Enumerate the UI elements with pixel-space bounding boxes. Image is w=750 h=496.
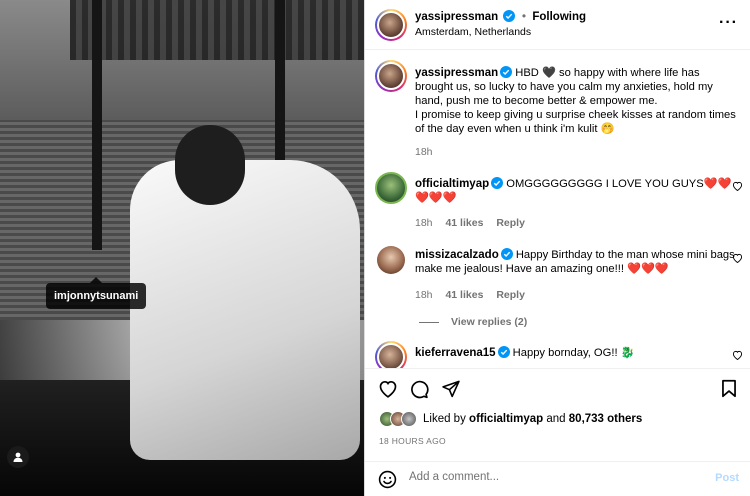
comment-hearts: ❤️❤️❤️: [415, 192, 457, 204]
comment-meta: 18h 41 likes Reply: [415, 289, 525, 301]
post-location[interactable]: Amsterdam, Netherlands: [415, 26, 531, 38]
view-replies-button[interactable]: View replies (2): [419, 316, 527, 328]
comment-item: kieferravena15 Happy bornday, OG!! 🐉: [415, 346, 737, 360]
comment-time[interactable]: 18h: [415, 217, 433, 229]
commenter-avatar[interactable]: [375, 341, 407, 368]
comment-bubble-icon[interactable]: [409, 379, 429, 402]
liked-by-username[interactable]: officialtimyap: [469, 413, 543, 425]
caption: yassipressman HBD 🖤 so happy with where …: [415, 66, 737, 136]
commenter-avatar[interactable]: [377, 246, 405, 274]
caption-text-2: I promise to keep giving u surprise chee…: [415, 109, 736, 135]
liked-by-prefix: Liked by: [423, 413, 466, 425]
comments-list[interactable]: yassipressman HBD 🖤 so happy with where …: [365, 50, 750, 368]
save-bookmark-icon[interactable]: [721, 379, 737, 401]
photo-bridge: [70, 0, 364, 60]
like-comment-heart-icon[interactable]: [732, 350, 743, 363]
reply-button[interactable]: Reply: [496, 217, 525, 229]
post-header: yassipressman • Following Amsterdam, Net…: [365, 0, 750, 50]
post-timestamp[interactable]: 18 HOURS AGO: [379, 436, 446, 446]
caption-time[interactable]: 18h: [415, 146, 433, 158]
user-tag-bubble[interactable]: imjonnytsunami: [46, 277, 147, 309]
reply-button[interactable]: Reply: [496, 289, 525, 301]
liked-by-others[interactable]: 80,733 others: [569, 413, 643, 425]
comment-time[interactable]: 18h: [415, 289, 433, 301]
comment-likes[interactable]: 41 likes: [445, 289, 483, 301]
liker-avatar: [401, 411, 417, 427]
author-username[interactable]: yassipressman: [415, 11, 498, 23]
emoji-smiley-icon[interactable]: [378, 470, 397, 492]
like-heart-icon[interactable]: [378, 379, 398, 401]
comment-text: OMGGGGGGGGG I LOVE YOU GUYS: [506, 178, 704, 190]
comment-item: officialtimyap OMGGGGGGGGG I LOVE YOU GU…: [415, 177, 737, 205]
post-comment-button[interactable]: Post: [715, 472, 739, 484]
user-icon: [13, 452, 23, 462]
verified-icon: [497, 346, 510, 358]
verified-icon: [500, 66, 513, 78]
author-info: yassipressman • Following: [415, 9, 586, 23]
comment-hearts: ❤️❤️: [703, 178, 732, 190]
comment-username[interactable]: kieferravena15: [415, 347, 496, 359]
photo-person-head: [175, 125, 245, 205]
replies-divider: [419, 321, 439, 323]
liked-by-and: and: [546, 413, 566, 425]
post-photo[interactable]: imjonnytsunami: [0, 0, 364, 496]
post-side-panel: yassipressman • Following Amsterdam, Net…: [364, 0, 750, 496]
verified-icon: [503, 10, 516, 22]
verified-icon: [491, 177, 504, 189]
caption-avatar[interactable]: [375, 60, 407, 92]
comment-username[interactable]: missizacalzado: [415, 249, 499, 261]
photo-pole: [92, 0, 102, 250]
like-comment-heart-icon[interactable]: [732, 253, 743, 266]
comment-username[interactable]: officialtimyap: [415, 178, 489, 190]
comment-likes[interactable]: 41 likes: [445, 217, 483, 229]
more-options-icon[interactable]: ···: [719, 14, 738, 32]
post-actions: Liked by officialtimyap and 80,733 other…: [365, 368, 750, 489]
comment-composer: Post: [365, 461, 750, 496]
like-comment-heart-icon[interactable]: [732, 181, 743, 194]
comment-meta: 18h 41 likes Reply: [415, 217, 525, 229]
comment-text: Happy bornday, OG!! 🐉: [512, 347, 635, 359]
separator-dot: •: [521, 9, 527, 23]
caption-username[interactable]: yassipressman: [415, 67, 498, 79]
tagged-users-button[interactable]: [7, 446, 29, 468]
author-avatar[interactable]: [375, 9, 407, 41]
photo-person: [130, 160, 360, 460]
commenter-avatar[interactable]: [375, 172, 407, 204]
view-replies-label[interactable]: View replies (2): [451, 316, 527, 328]
comment-item: missizacalzado Happy Birthday to the man…: [415, 248, 737, 276]
following-button[interactable]: Following: [532, 11, 586, 23]
add-comment-input[interactable]: [409, 471, 699, 483]
verified-icon: [500, 248, 513, 260]
liked-by-summary[interactable]: Liked by officialtimyap and 80,733 other…: [379, 411, 642, 427]
share-paper-plane-icon[interactable]: [441, 379, 461, 401]
